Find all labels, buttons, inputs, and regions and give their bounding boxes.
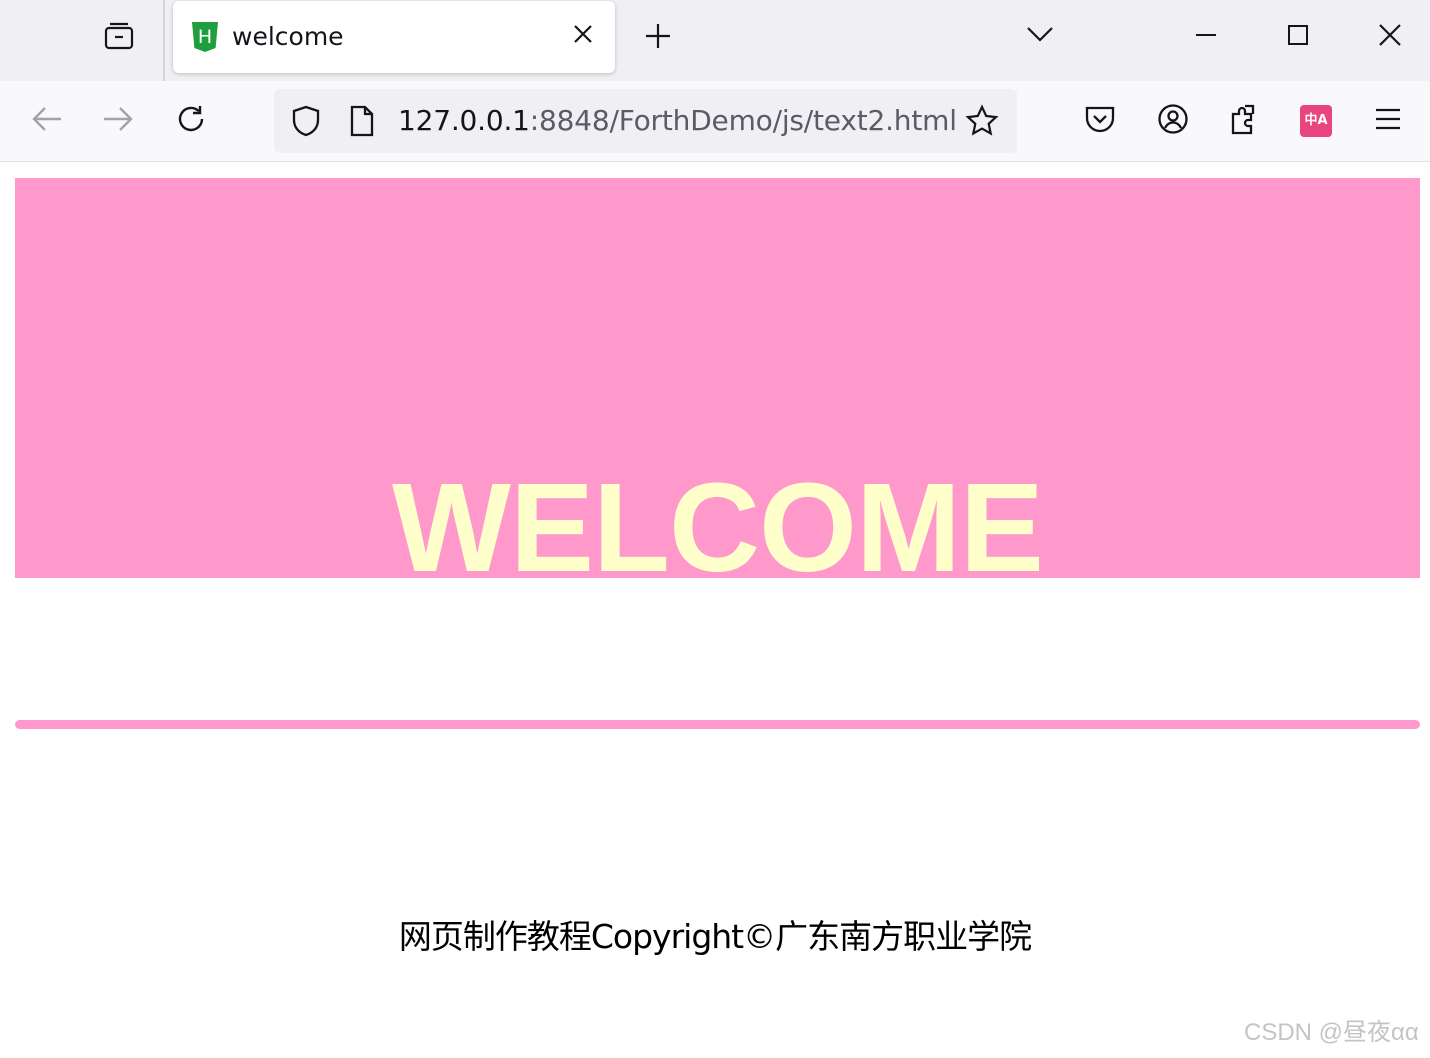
forward-button[interactable] [96,99,140,143]
new-tab-button[interactable] [638,18,678,58]
url-host: 127.0.0.1 [398,104,530,137]
arrow-left-icon [31,105,63,137]
reload-button[interactable] [169,99,213,143]
bookmark-star-icon[interactable] [964,103,1000,139]
address-bar[interactable]: 127.0.0.1:8848/ForthDemo/js/text2.html [274,89,1017,153]
minimize-icon [1194,23,1218,51]
shield-icon[interactable] [288,103,324,139]
hamburger-menu-icon [1374,107,1402,135]
pocket-icon [1084,104,1116,138]
folder-icon [103,20,135,56]
close-icon [1377,22,1403,52]
banner-title: WELCOME [392,457,1044,598]
close-window-button[interactable] [1366,14,1414,60]
watermark: CSDN @昼夜αα [1244,1019,1419,1046]
url-path: :8848/ForthDemo/js/text2.html [529,104,957,137]
reload-icon [175,103,207,139]
maximize-icon [1286,23,1310,51]
url-text[interactable]: 127.0.0.1:8848/ForthDemo/js/text2.html [398,103,957,139]
puzzle-piece-icon [1229,102,1261,140]
back-button[interactable] [25,99,69,143]
list-all-tabs-button[interactable] [1020,16,1060,56]
minimize-window-button[interactable] [1182,14,1230,60]
account-button[interactable] [1151,99,1195,143]
pocket-button[interactable] [1078,99,1122,143]
tab-overview-button[interactable] [96,16,142,60]
close-icon [572,23,594,49]
tab-strip: H welcome [0,0,1430,81]
footer-copyright: 网页制作教程Copyright©广东南方职业学院 [398,917,1032,956]
html5-icon: H [191,21,219,53]
plus-icon [644,22,672,54]
translate-icon: 中A [1300,105,1332,137]
maximize-window-button[interactable] [1274,14,1322,60]
arrow-right-icon [102,105,134,137]
tab-welcome[interactable]: H welcome [173,1,615,73]
favicon-letter: H [198,26,212,48]
chevron-down-icon [1026,25,1054,47]
app-menu-button[interactable] [1366,99,1410,143]
tab-title: welcome [232,22,344,51]
welcome-banner: WELCOME [15,178,1420,598]
extensions-button[interactable] [1223,99,1267,143]
close-tab-button[interactable] [566,19,600,53]
tab-strip-separator [163,0,165,81]
account-icon [1157,103,1189,139]
page-icon [344,103,380,139]
horizontal-rule [15,720,1420,729]
navigation-toolbar: 127.0.0.1:8848/ForthDemo/js/text2.html 中… [0,81,1430,162]
translate-button[interactable]: 中A [1294,99,1338,143]
